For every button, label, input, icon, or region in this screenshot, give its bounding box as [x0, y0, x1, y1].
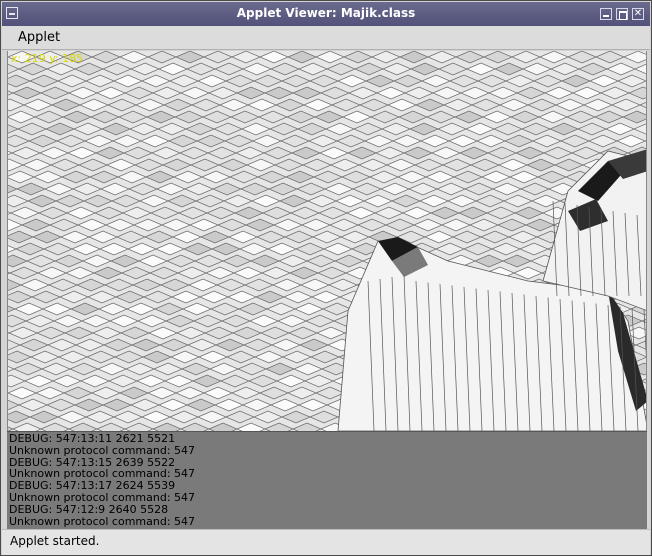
terrain-tile — [645, 416, 646, 418]
coordinate-readout: x: 219 y: 185 — [11, 52, 84, 65]
window-title: Applet Viewer: Majik.class — [236, 6, 416, 20]
minimize-button[interactable] — [600, 8, 612, 20]
terrain-render — [8, 51, 646, 431]
console-line: Unknown protocol command: 547 — [9, 443, 196, 457]
applet-viewer-window: Applet Viewer: Majik.class ✕ Applet x: 2… — [0, 0, 652, 556]
maximize-button[interactable] — [616, 8, 628, 20]
status-bar: Applet started. — [2, 529, 650, 555]
console-line: Unknown protocol command: 547 — [9, 514, 196, 528]
terrain-tile — [645, 80, 646, 82]
console-line: Unknown protocol command: 547 — [9, 490, 196, 504]
status-text: Applet started. — [10, 534, 100, 548]
debug-console[interactable]: DEBUG: 547:13:11 2621 5521 Unknown proto… — [7, 431, 647, 529]
menu-applet[interactable]: Applet — [18, 30, 60, 45]
terrain-canvas[interactable]: x: 219 y: 185 — [7, 51, 647, 431]
menu-bar: Applet — [2, 26, 650, 50]
close-button[interactable]: ✕ — [632, 8, 644, 20]
title-bar[interactable]: Applet Viewer: Majik.class ✕ — [2, 2, 650, 26]
console-line: DEBUG: 547:12:9 2640 5528 — [9, 502, 169, 516]
